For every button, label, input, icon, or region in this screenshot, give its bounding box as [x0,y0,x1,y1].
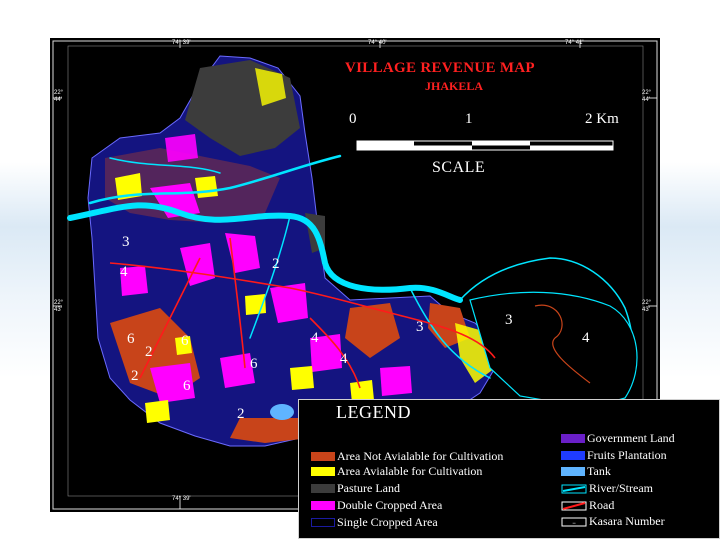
map-subtitle: JHAKELA [425,79,484,93]
coord-top-1: 74° 39' [172,40,191,46]
swatch-tank [561,467,585,476]
legend-item-government: Government Land [561,431,675,446]
swatch-not-available [311,452,335,461]
scale-bar [356,140,614,151]
legend-label: Area Not Avialable for Cultivation [337,449,504,463]
legend-label: Area Avialable for Cultivation [337,464,483,478]
swatch-pasture [311,484,335,493]
legend-label: Fruits Plantation [587,448,667,462]
scale-label-2: 2 Km [585,111,619,127]
kasara-number: 6 [127,331,135,347]
map-legend: LEGEND Area Not Avialable for Cultivatio… [298,399,720,539]
kasara-region-east [469,291,638,409]
kasara-number: 3 [505,312,513,328]
legend-item-pasture: Pasture Land [311,481,400,496]
scale-caption: SCALE [432,159,486,176]
river-stream-icon [561,484,587,493]
legend-item-river: River/Stream [561,481,653,496]
swatch-government [561,434,585,443]
legend-label: Road [589,498,615,512]
kasara-number: 3 [416,319,424,335]
legend-item-available: Area Avialable for Cultivation [311,464,482,479]
kasara-number: 6 [183,378,191,394]
legend-title: LEGEND [336,402,411,422]
scale-label-0: 0 [349,111,357,127]
kasara-number: 2 [237,406,245,422]
coord-left-2: 22° 43' [54,300,64,313]
scale-label-1: 1 [465,111,473,127]
legend-label: Double Cropped Area [337,498,443,512]
legend-item-kasara: − Kasara Number [561,514,665,529]
kasara-number-icon: − [561,517,587,527]
kasara-number: 4 [120,264,128,280]
kasara-number: 6 [181,333,189,349]
map-title: VILLAGE REVENUE MAP [345,60,535,76]
legend-item-fruits: Fruits Plantation [561,448,667,463]
kasara-number: 4 [582,330,590,346]
kasara-number: 2 [131,368,139,384]
legend-label: Kasara Number [589,514,665,528]
coord-right-2: 22° 43' [642,300,652,313]
road-icon [561,501,587,510]
coord-top-2: 74° 40' [368,40,387,46]
legend-label: Government Land [587,431,675,445]
swatch-fruits [561,451,585,460]
kasara-number: 4 [311,330,319,346]
coord-right-1: 22° 44' [642,90,652,103]
swatch-single-cropped [311,518,335,527]
legend-item-tank: Tank [561,464,611,479]
legend-label: River/Stream [589,481,653,495]
legend-item-single-cropped: Single Cropped Area [311,515,438,530]
legend-item-double-cropped: Double Cropped Area [311,498,442,513]
kasara-number: 6 [250,356,258,372]
land-use-layer [87,55,496,447]
swatch-available [311,467,335,476]
kasara-number: 3 [122,234,130,250]
coord-left-1: 22° 44' [54,90,64,103]
coord-top-3: 74° 41' [565,40,584,46]
kasara-number: 4 [340,351,348,367]
kasara-number: 2 [272,256,280,272]
kasara-number: 2 [145,344,153,360]
legend-label: Tank [587,464,611,478]
coord-bottom-1: 74° 39' [172,496,191,502]
legend-item-road: Road [561,498,614,513]
legend-item-not-available: Area Not Avialable for Cultivation [311,449,503,464]
legend-label: Pasture Land [337,481,400,495]
svg-text:−: − [572,521,576,527]
legend-label: Single Cropped Area [337,515,438,529]
swatch-double-cropped [311,501,335,510]
